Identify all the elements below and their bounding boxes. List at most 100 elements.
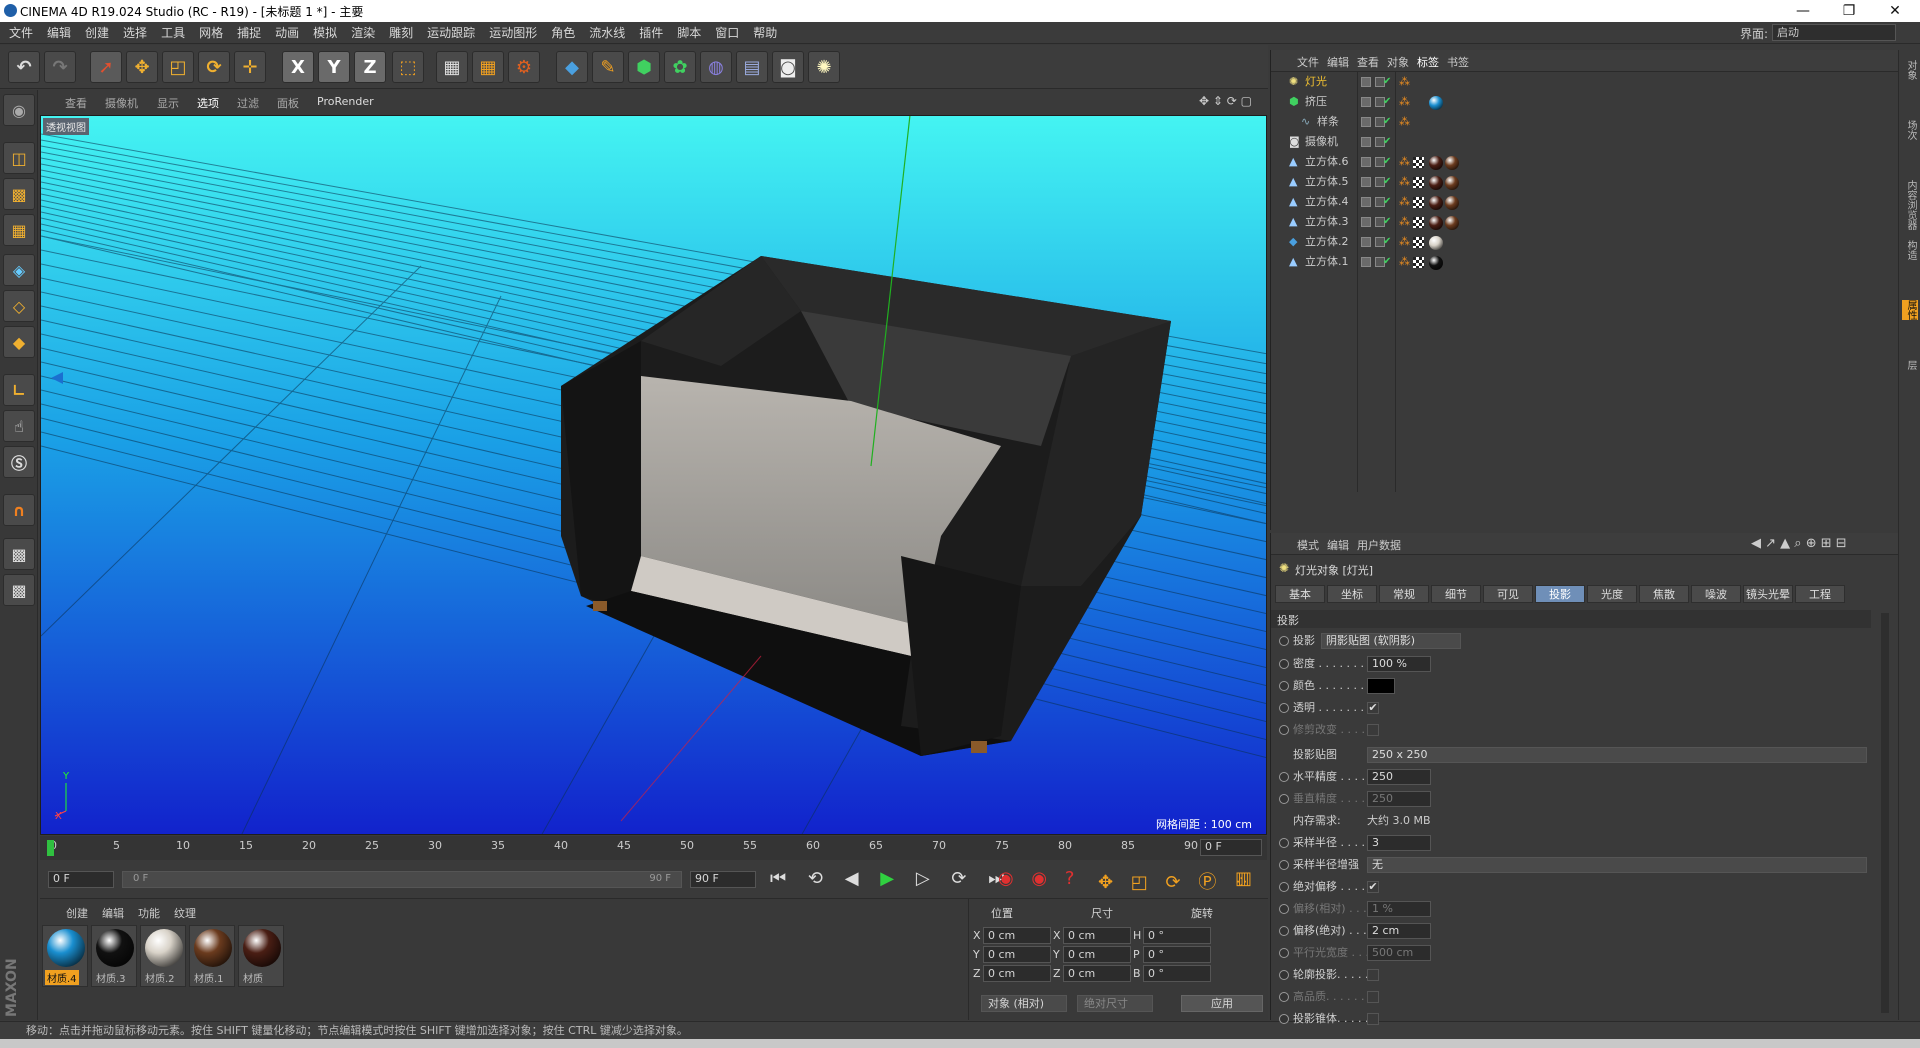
animate-radio[interactable] [1279,838,1289,848]
material-tag-icon[interactable] [1429,96,1443,110]
close-button[interactable]: ✕ [1872,0,1918,22]
phong-tag-icon[interactable]: ⁂ [1399,172,1410,192]
material-swatch[interactable]: 材质.1 [189,925,235,987]
checkbox[interactable] [1367,724,1379,736]
texture-tag-icon[interactable] [1413,157,1424,168]
polygons-mode-icon[interactable]: ◆ [3,326,35,358]
texture-tag-icon[interactable] [1413,237,1424,248]
end-frame-field[interactable]: 90 F [690,871,756,888]
y-axis-icon[interactable]: Y [318,51,350,83]
position-field[interactable]: 0 cm [983,965,1051,982]
tab-3[interactable]: 细节 [1431,585,1481,603]
value-spinner[interactable]: 100 % [1367,656,1431,672]
object-menu-item[interactable]: 编辑 [1327,54,1349,70]
select-arrow-icon[interactable]: ➚ [90,51,122,83]
value-spinner[interactable]: 250 [1367,769,1431,785]
tab-1[interactable]: 坐标 [1327,585,1377,603]
points-mode-icon[interactable]: ◈ [3,254,35,286]
phong-tag-icon[interactable]: ⁂ [1399,212,1410,232]
color-swatch[interactable] [1367,678,1395,694]
visibility-editor-dot[interactable] [1361,257,1371,267]
tab-7[interactable]: 焦散 [1639,585,1689,603]
enabled-check-icon[interactable]: ✔ [1383,132,1391,152]
menu-item[interactable]: 动画 [268,22,306,44]
viewport-menu-item[interactable]: ProRender [317,95,374,108]
viewport-menu-item[interactable]: 面板 [277,95,299,111]
visibility-editor-dot[interactable] [1361,197,1371,207]
material-menu-item[interactable]: 编辑 [102,905,124,921]
animate-radio[interactable] [1279,794,1289,804]
minimize-button[interactable]: — [1780,0,1826,22]
tab-4[interactable]: 可见 [1483,585,1533,603]
object-menu-item[interactable]: 书签 [1447,54,1469,70]
value-spinner[interactable]: 2 cm [1367,923,1431,939]
pen-spline-icon[interactable]: ✎ [592,51,624,83]
material-tag-icon[interactable] [1429,176,1443,190]
checkbox[interactable]: ✔ [1367,702,1379,714]
material-swatch[interactable]: 材质.3 [91,925,137,987]
enabled-check-icon[interactable]: ✔ [1383,212,1391,232]
phong-tag-icon[interactable]: ⁂ [1399,232,1410,252]
material-menu-item[interactable]: 功能 [138,905,160,921]
tab-10[interactable]: 工程 [1795,585,1845,603]
camera-icon[interactable]: ◙ [772,51,804,83]
material-swatch[interactable]: 材质.2 [140,925,186,987]
phong-tag-icon[interactable]: ⁂ [1399,192,1410,212]
object-menu-item[interactable]: 标签 [1417,54,1439,70]
tab-0[interactable]: 基本 [1275,585,1325,603]
object-menu-item[interactable]: 文件 [1297,54,1319,70]
material-tag-icon[interactable] [1445,196,1459,210]
animate-radio[interactable] [1279,1014,1289,1024]
animate-radio[interactable] [1279,636,1289,646]
menu-item[interactable]: 创建 [78,22,116,44]
material-swatch[interactable]: 材质.4 [42,925,88,987]
planar-workplane-icon[interactable]: ▩ [3,574,35,606]
checkbox[interactable] [1367,991,1379,1003]
object-row[interactable]: ▲ 立方体.1 ✔ ⁂ [1271,252,1899,272]
menu-item[interactable]: 运动图形 [482,22,544,44]
current-frame-field[interactable]: 0 F [1200,839,1262,856]
transform-icon[interactable]: ✛ [234,51,266,83]
tweak-mode-icon[interactable]: ☝ [3,410,35,442]
menu-item[interactable]: 选择 [116,22,154,44]
timeline-ruler[interactable]: 051015202530354045505560657075808590 0 F [40,836,1267,860]
visibility-editor-dot[interactable] [1361,77,1371,87]
checkbox[interactable] [1367,1013,1379,1025]
render-settings-icon[interactable]: ⚙ [508,51,540,83]
cloner-icon[interactable]: ✿ [664,51,696,83]
object-row[interactable]: ◆ 立方体.2 ✔ ⁂ [1271,232,1899,252]
attribute-menu-item[interactable]: 模式 [1297,537,1319,553]
texture-mode-icon[interactable]: ▩ [3,178,35,210]
menu-item[interactable]: 脚本 [670,22,708,44]
right-tab[interactable]: 层 [1902,360,1918,370]
viewport-menu-item[interactable]: 查看 [65,95,87,111]
tab-5[interactable]: 投影 [1535,585,1585,603]
layout-dropdown[interactable]: 启动 [1772,24,1896,41]
animate-radio[interactable] [1279,926,1289,936]
model-mode-icon[interactable]: ◫ [3,142,35,174]
position-field[interactable]: 0 cm [983,927,1051,944]
coord-mode-dropdown[interactable]: 对象 (相对) [981,995,1067,1012]
animate-radio[interactable] [1279,681,1289,691]
right-tab[interactable]: 内容浏览器 [1902,180,1918,230]
timeline-window-icon[interactable]: ▥ [1235,868,1252,889]
viewport-menu-item[interactable]: 选项 [197,95,219,111]
material-menu-item[interactable]: 纹理 [174,905,196,921]
visibility-editor-dot[interactable] [1361,117,1371,127]
phong-tag-icon[interactable]: ⁂ [1399,112,1410,132]
undo-icon[interactable]: ↶ [8,51,40,83]
start-frame-field[interactable]: 0 F [48,871,114,888]
menu-item[interactable]: 编辑 [40,22,78,44]
axis-mode-icon[interactable]: ∟ [3,374,35,406]
visibility-editor-dot[interactable] [1361,137,1371,147]
material-tag-icon[interactable] [1429,236,1443,250]
attr-scrollbar[interactable] [1881,613,1889,1013]
edges-mode-icon[interactable]: ◇ [3,290,35,322]
phong-tag-icon[interactable]: ⁂ [1399,72,1410,92]
key-filter-icons[interactable]: ✥ ◰ ⟳ Ⓟ ⁘ [1098,868,1255,894]
object-row[interactable]: ✺ 灯光 ✔ ⁂ [1271,72,1899,92]
cube-primitive-icon[interactable]: ◆ [556,51,588,83]
size-mode-dropdown[interactable]: 绝对尺寸 [1077,995,1153,1012]
scale-icon[interactable]: ◰ [162,51,194,83]
value-spinner[interactable]: 500 cm [1367,945,1431,961]
